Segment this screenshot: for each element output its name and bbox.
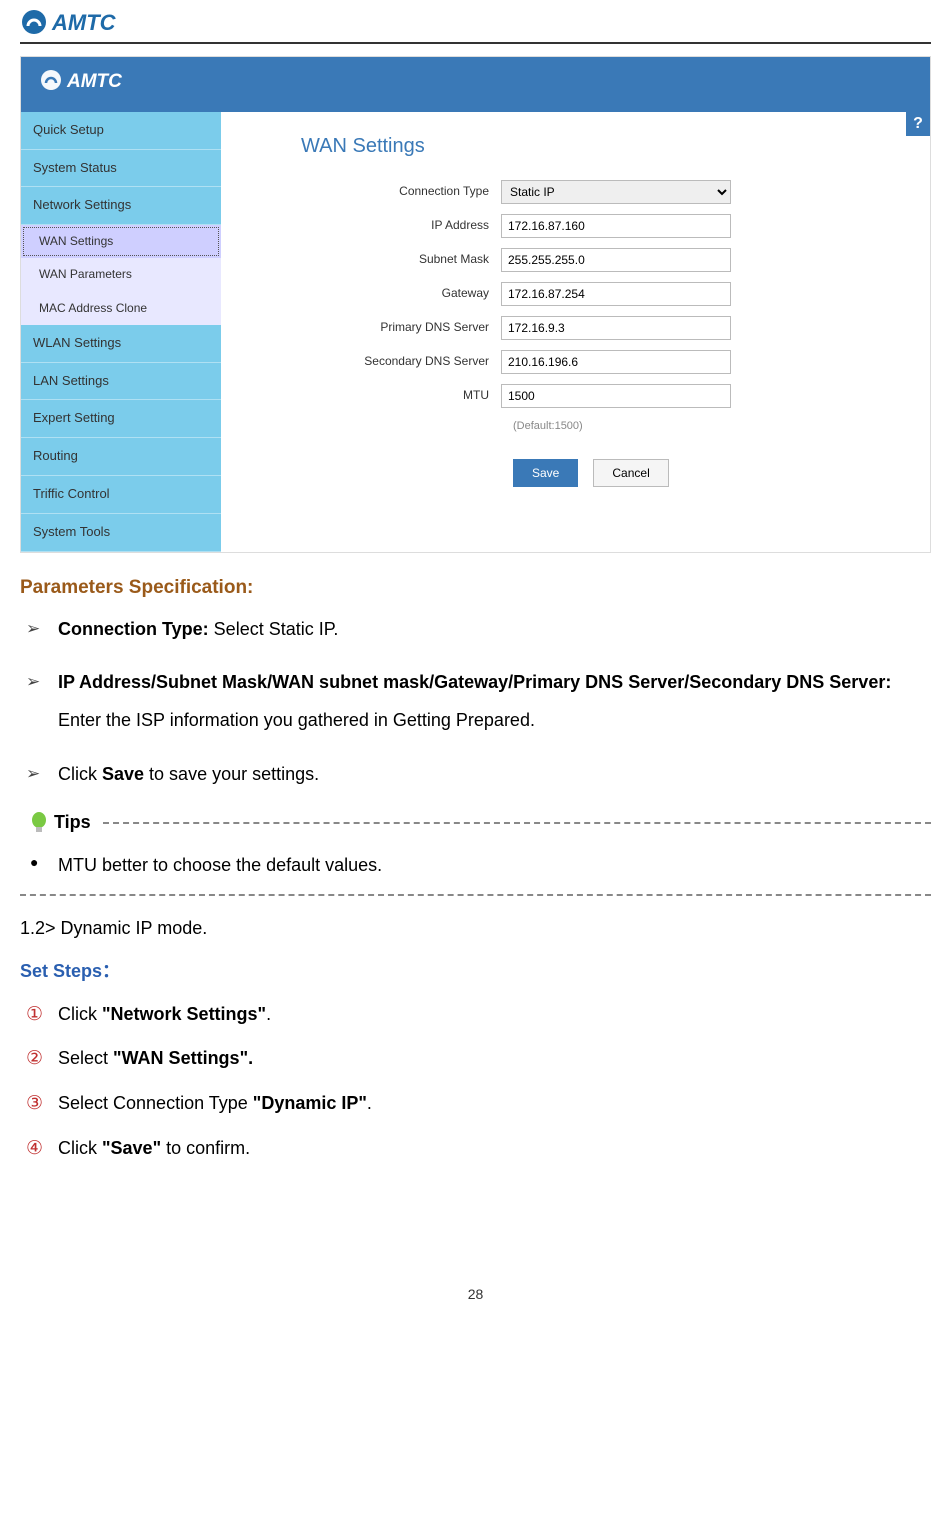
spec-2-bold: IP Address/Subnet Mask/WAN subnet mask/G… [58,672,891,692]
step-3-post: . [367,1093,372,1113]
amtc-logo-white-icon: AMTC [39,67,179,93]
sidebar-sub-wan-parameters[interactable]: WAN Parameters [21,258,221,291]
amtc-logo-icon: AMTC [20,8,180,36]
tips-label: Tips [54,808,91,837]
label-subnet-mask: Subnet Mask [261,250,501,269]
set-steps-heading: Set Steps： [20,957,931,986]
spec-item-1: Connection Type: Select Static IP. [26,615,931,644]
page-header-logo: AMTC [20,0,931,44]
spec-3-pre: Click [58,764,102,784]
label-secondary-dns: Secondary DNS Server [261,352,501,371]
dash-line-icon [103,822,931,824]
sidebar-item-quick-setup[interactable]: Quick Setup [21,112,221,150]
step-2: ② Select "WAN Settings". [26,1044,931,1073]
svg-text:AMTC: AMTC [66,71,122,92]
spec-list: Connection Type: Select Static IP. IP Ad… [26,615,931,788]
step-1: ① Click "Network Settings". [26,1000,931,1029]
sidebar-item-system-status[interactable]: System Status [21,150,221,188]
sidebar-sub-mac-clone[interactable]: MAC Address Clone [21,292,221,325]
spec-item-3: Click Save to save your settings. [26,760,931,789]
router-header-bar: AMTC [21,57,930,112]
step-4-pre: Click [58,1138,102,1158]
step-4-bold: "Save" [102,1138,161,1158]
label-ip-address: IP Address [261,216,501,235]
save-button[interactable]: Save [513,459,578,487]
label-connection-type: Connection Type [261,182,501,201]
parameters-spec-heading: Parameters Specification: [20,573,931,603]
step-1-post: . [266,1004,271,1024]
sidebar-item-wlan-settings[interactable]: WLAN Settings [21,325,221,363]
step-4-post: to confirm. [161,1138,250,1158]
tips-item-1: MTU better to choose the default values. [26,851,931,880]
step-2-bold: "WAN Settings". [113,1048,253,1068]
tips-row: Tips [30,808,931,837]
router-admin-screenshot: AMTC Quick Setup System Status Network S… [20,56,931,553]
panel-title: WAN Settings [301,130,902,162]
input-mtu[interactable] [501,384,731,408]
tips-list: MTU better to choose the default values. [26,851,931,880]
page-number: 28 [20,1283,931,1305]
select-connection-type[interactable]: Static IP [501,180,731,204]
input-ip-address[interactable] [501,214,731,238]
input-subnet-mask[interactable] [501,248,731,272]
step-4-num: ④ [26,1134,43,1164]
spec-2-text: Enter the ISP information you gathered i… [58,710,535,730]
lightbulb-icon [30,811,48,835]
input-gateway[interactable] [501,282,731,306]
step-3-num: ③ [26,1089,43,1119]
svg-text:AMTC: AMTC [51,10,117,35]
sidebar-sub-wan-settings[interactable]: WAN Settings [21,225,221,258]
steps-list: ① Click "Network Settings". ② Select "WA… [26,1000,931,1163]
sidebar-item-expert-setting[interactable]: Expert Setting [21,400,221,438]
label-primary-dns: Primary DNS Server [261,318,501,337]
router-sidebar: Quick Setup System Status Network Settin… [21,112,221,552]
router-panel: ? WAN Settings Connection Type Static IP… [233,112,930,552]
step-1-pre: Click [58,1004,102,1024]
spec-1-text: Select Static IP. [209,619,339,639]
label-mtu: MTU [261,386,501,405]
mtu-default-note: (Default:1500) [513,418,902,436]
spec-3-bold: Save [102,764,144,784]
subsection-dynamic-ip: 1.2> Dynamic IP mode. [20,914,931,943]
step-1-bold: "Network Settings" [102,1004,266,1024]
spec-1-bold: Connection Type: [58,619,209,639]
sidebar-item-system-tools[interactable]: System Tools [21,514,221,552]
sidebar-item-lan-settings[interactable]: LAN Settings [21,363,221,401]
dash-line-icon [20,894,931,896]
cancel-button[interactable]: Cancel [593,459,668,487]
sidebar-item-network-settings[interactable]: Network Settings [21,187,221,225]
step-3: ③ Select Connection Type "Dynamic IP". [26,1089,931,1118]
step-2-pre: Select [58,1048,113,1068]
sidebar-item-routing[interactable]: Routing [21,438,221,476]
step-4: ④ Click "Save" to confirm. [26,1134,931,1163]
step-2-num: ② [26,1044,43,1074]
input-secondary-dns[interactable] [501,350,731,374]
step-3-bold: "Dynamic IP" [253,1093,367,1113]
input-primary-dns[interactable] [501,316,731,340]
step-3-pre: Select Connection Type [58,1093,253,1113]
sidebar-item-traffic-control[interactable]: Triffic Control [21,476,221,514]
spec-3-post: to save your settings. [144,764,319,784]
spec-item-2: IP Address/Subnet Mask/WAN subnet mask/G… [26,664,931,740]
step-1-num: ① [26,1000,43,1030]
label-gateway: Gateway [261,284,501,303]
help-icon[interactable]: ? [906,112,930,136]
